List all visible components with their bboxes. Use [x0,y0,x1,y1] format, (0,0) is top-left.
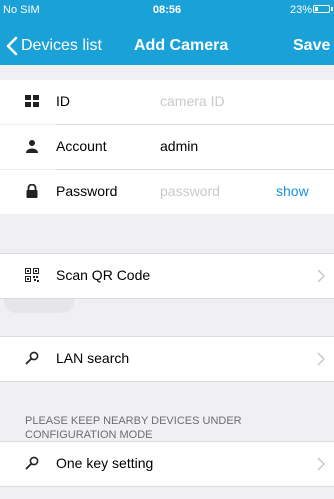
battery-percent: 23% [290,4,313,16]
scan-qr-label: Scan QR Code [56,267,151,283]
person-icon [26,140,38,153]
account-field[interactable]: admin [160,138,198,154]
page-title: Add Camera [134,37,229,54]
back-button[interactable]: Devices list [6,34,102,58]
battery-tip [331,7,333,11]
chevron-right-icon [317,457,325,471]
status-bar: No SIM 08:56 23% [0,0,334,20]
divider [0,486,334,487]
lan-search-row[interactable]: LAN search [0,337,334,381]
navigation-bar: No SIM 08:56 23% Devices list Add Camera… [0,0,334,65]
divider [0,381,334,382]
battery-icon [313,5,330,13]
password-row: Password show [0,170,334,214]
configuration-note: PLEASE KEEP NEARBY DEVICES UNDER CONFIGU… [25,415,242,441]
divider [0,298,334,299]
grid-icon [25,95,39,107]
one-key-setting-label: One key setting [56,455,154,471]
lan-search-label: LAN search [56,350,130,366]
qr-code-icon [25,268,39,282]
id-label: ID [56,93,70,109]
search-icon [25,456,39,470]
account-row: Account admin [0,125,334,169]
show-password-button[interactable]: show [276,183,309,199]
one-key-setting-row[interactable]: One key setting [0,442,334,486]
chevron-right-icon [317,352,325,366]
camera-id-input[interactable] [160,90,270,112]
id-row: ID [0,80,334,124]
password-input[interactable] [160,180,270,202]
battery-fill [315,7,318,11]
save-button[interactable]: Save [293,37,330,55]
search-icon [25,351,39,365]
back-button-label: Devices list [21,37,102,54]
clock: 08:56 [152,4,182,16]
account-label: Account [56,138,107,154]
lock-icon [26,184,38,198]
scan-qr-row[interactable]: Scan QR Code [0,254,334,298]
password-label: Password [56,183,118,199]
chevron-right-icon [317,269,325,283]
chevron-left-icon [6,36,18,56]
